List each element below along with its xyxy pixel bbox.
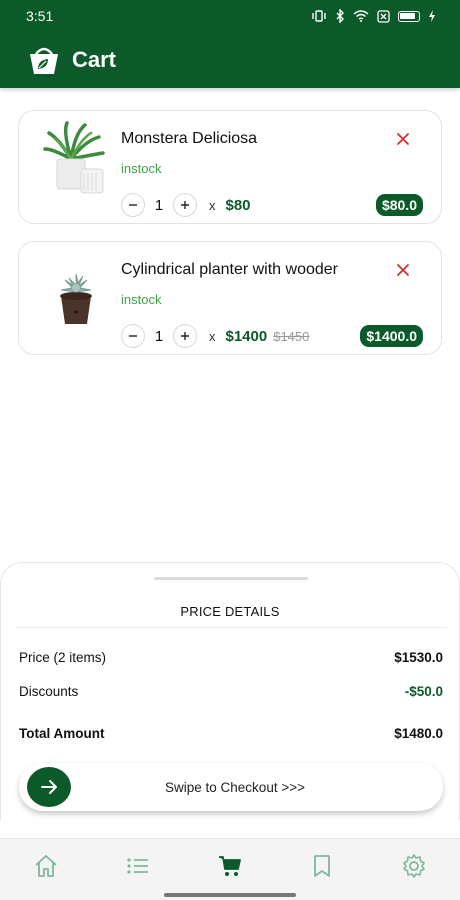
unit-price: $80 [225,196,251,214]
cart-icon [219,855,241,876]
quantity-stepper: 1 x $80 [121,193,251,217]
swipe-knob[interactable] [27,767,71,807]
total-label: Total Amount [19,726,105,741]
increase-quantity-button[interactable] [173,324,197,348]
cart-item-name[interactable]: Cylindrical planter with wooder [121,261,381,279]
monstera-plant-image [43,121,105,194]
discount-row: Discounts -$50.0 [19,684,443,699]
list-icon [127,857,148,874]
stock-status: instock [121,161,162,176]
remove-item-icon[interactable] [395,262,411,278]
bottom-navigation [0,838,460,900]
minus-icon [129,204,137,206]
nav-cart[interactable] [210,846,250,886]
plus-icon [181,201,189,209]
price-value: $1530.0 [394,650,443,665]
price-label: Price (2 items) [19,650,107,665]
nav-list[interactable] [118,846,158,886]
home-icon [35,854,57,877]
item-total-badge: $80.0 [375,194,423,216]
decrease-quantity-button[interactable] [121,193,145,217]
vibrate-icon [312,10,326,22]
item-total-badge: $1400.0 [360,325,423,347]
nav-home[interactable] [26,846,66,886]
status-time: 3:51 [26,8,54,24]
arrow-right-icon [41,780,57,794]
quantity-value: 1 [154,327,164,345]
app-bar: Cart [0,32,460,88]
status-icons [311,9,436,23]
discount-value: -$50.0 [404,684,443,699]
bluetooth-icon [336,9,344,23]
succulent-planter-image [60,273,92,324]
total-value: $1480.0 [394,726,443,741]
cart-item-name[interactable]: Monstera Deliciosa [121,130,381,148]
original-price: $1450 [273,328,310,344]
multiply-sign: x [209,197,216,213]
page-title: Cart [72,47,117,72]
sheet-drag-handle[interactable] [154,577,308,580]
multiply-sign: x [209,328,216,344]
close-box-icon [377,9,390,23]
basket-logo-icon [30,47,58,74]
swipe-to-checkout-slider[interactable]: Swipe to Checkout >>> [19,763,443,811]
minus-icon [129,335,137,337]
price-details-sheet: PRICE DETAILS Price (2 items) $1530.0 Di… [0,562,460,820]
divider [15,627,447,628]
cart-item-card: Cylindrical planter with wooder instock … [18,241,442,355]
discount-label: Discounts [19,684,79,699]
charging-icon [429,10,435,22]
unit-price: $1400 [225,327,268,345]
nav-settings[interactable] [394,846,434,886]
plus-icon [181,332,189,340]
price-details-title: PRICE DETAILS [180,604,280,619]
decrease-quantity-button[interactable] [121,324,145,348]
quantity-stepper: 1 x $1400 $1450 [121,324,309,348]
swipe-label: Swipe to Checkout >>> [165,779,305,795]
total-row: Total Amount $1480.0 [19,726,443,741]
remove-item-icon[interactable] [395,131,411,147]
quantity-value: 1 [154,196,164,214]
cart-item-card: Monstera Deliciosa instock 1 x $80 $80.0 [18,110,442,224]
battery-icon [398,10,420,22]
status-bar: 3:51 [0,0,460,32]
nav-bookmark[interactable] [302,846,342,886]
stock-status: instock [121,292,162,307]
gear-icon [403,853,425,878]
bookmark-icon [314,854,330,877]
wifi-icon [353,10,369,22]
increase-quantity-button[interactable] [173,193,197,217]
gesture-bar [164,893,296,897]
price-row: Price (2 items) $1530.0 [19,650,443,665]
